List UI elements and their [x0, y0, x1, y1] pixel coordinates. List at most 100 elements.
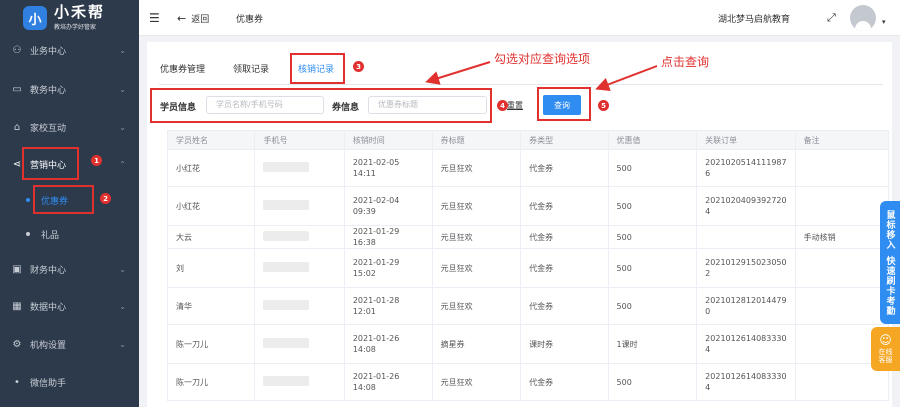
table-cell: 清华 [166, 287, 256, 325]
sidebar-item-academic[interactable]: ▭ 教务中心 ⌄ [0, 77, 139, 101]
sidebar-item-wechat[interactable]: • 微信助手 [0, 370, 139, 394]
table-cell: 陈一刀儿 [166, 363, 256, 401]
page-title: 优惠券 [236, 14, 264, 25]
phone-cell-redacted [254, 149, 345, 187]
headset-icon: ☺ [879, 333, 892, 347]
table-cell: 2021020514111987 6 [696, 149, 796, 187]
table-cell: 2021-01-26 14:08 [343, 324, 433, 364]
column-header: 关联订单 [696, 130, 796, 150]
avatar[interactable] [850, 0, 876, 36]
sidebar-item-finance[interactable]: ▣ 财务中心 ⌄ [0, 257, 139, 281]
sidebar: 小 小禾帮 教培办学好管家 ⚇ 业务中心 ⌄ ▭ 教务中心 ⌄ ⌂ 家校互动 ⌄… [0, 0, 139, 407]
chevron-down-icon: ⌄ [119, 45, 126, 55]
table-cell: 元旦狂欢 [431, 225, 522, 249]
chevron-down-icon: ⌄ [119, 339, 126, 349]
fullscreen-icon[interactable]: ⤢ [827, 0, 836, 36]
phone-cell-redacted [254, 186, 345, 226]
online-service-button[interactable]: ☺ 在线客服 [871, 327, 900, 371]
table-cell: 500 [607, 225, 698, 249]
column-header: 优惠值 [607, 130, 698, 150]
table-cell: 元旦狂欢 [431, 363, 522, 401]
redeem-records-table: 学员姓名 手机号 核销时间 券标题 券类型 优惠值 关联订单 备注 小红花 202… [166, 130, 890, 401]
sidebar-item-label: 财务中心 [30, 265, 67, 276]
column-header: 核销时间 [343, 130, 433, 150]
chevron-down-icon: ⌄ [119, 84, 126, 94]
chevron-up-icon: ⌃ [119, 159, 126, 169]
table-cell: 刘 [166, 248, 256, 288]
home-icon: ⌂ [13, 121, 21, 133]
table-cell [696, 225, 796, 249]
sidebar-item-business[interactable]: ⚇ 业务中心 ⌄ [0, 38, 139, 62]
arrow-icon [425, 61, 491, 85]
back-button[interactable]: ← 返回 [177, 0, 209, 36]
step-badge: 1 [91, 155, 102, 166]
table-cell: 元旦狂欢 [431, 248, 522, 288]
phone-cell-redacted [254, 248, 345, 288]
chevron-down-icon: ⌄ [119, 301, 126, 311]
column-header: 备注 [794, 130, 890, 150]
logo-subtitle: 教培办学好管家 [54, 24, 97, 31]
column-header: 券类型 [520, 130, 609, 150]
sidebar-subitem-gift[interactable]: 礼品 [0, 222, 139, 246]
highlight-box [33, 185, 94, 214]
logo-title: 小禾帮 [54, 3, 106, 21]
table-cell: 代金券 [520, 225, 609, 249]
table-cell: 2021-01-26 14:08 [343, 363, 433, 401]
table-cell [794, 287, 890, 325]
chart-icon: ▦ [12, 300, 22, 312]
org-name[interactable]: 湖北梦马启航教育 [718, 0, 790, 36]
table-cell: 500 [607, 287, 698, 325]
table-cell: 大云 [166, 225, 256, 249]
bullet-icon: • [14, 376, 20, 388]
sidebar-item-label: 微信助手 [30, 378, 67, 389]
table-cell: 2021012614083330 4 [696, 363, 796, 401]
table-cell: 2021-01-29 15:02 [343, 248, 433, 288]
table-cell: 2021-01-28 12:01 [343, 287, 433, 325]
table-cell: 代金券 [520, 287, 609, 325]
table-cell: 元旦狂欢 [431, 186, 522, 226]
table-cell: 1课时 [607, 324, 698, 364]
table-cell [794, 248, 890, 288]
step-badge: 2 [100, 193, 111, 204]
table-cell: 手动核销 [794, 225, 890, 249]
highlight-box [22, 147, 79, 180]
arrow-icon [595, 65, 658, 91]
sidebar-item-label: 礼品 [41, 230, 60, 241]
table-row: 清华 2021-01-28 12:01 元旦狂欢 代金券 500 202101281201… [166, 287, 890, 325]
table-cell: 2021-01-29 16:38 [343, 225, 433, 249]
coupon-panel: 优惠券管理 领取记录 核销记录 3 学员信息 学员名称/手机号码 券信息 优惠券… [147, 42, 892, 407]
table-cell: 2021012812014479 0 [696, 287, 796, 325]
sidebar-item-label: 家校互动 [30, 123, 67, 134]
table-row: 大云 2021-01-29 16:38 元旦狂欢 代金券 500 手动核销 [166, 225, 890, 249]
table-cell: 代金券 [520, 363, 609, 401]
table-cell: 陈一刀儿 [166, 324, 256, 364]
sidebar-item-settings[interactable]: ⚙ 机构设置 ⌄ [0, 332, 139, 356]
table-cell: 课时券 [520, 324, 609, 364]
sidebar-item-data[interactable]: ▦ 数据中心 ⌄ [0, 294, 139, 318]
caret-down-icon[interactable]: ▾ [882, 4, 886, 40]
logo[interactable]: 小 小禾帮 教培办学好管家 [0, 0, 139, 36]
settings-icon: ⚙ [12, 338, 22, 350]
phone-cell-redacted [254, 324, 345, 364]
table-cell: 500 [607, 363, 698, 401]
table-cell: 小红花 [166, 149, 256, 187]
sidebar-item-label: 业务中心 [30, 46, 67, 57]
book-icon: ▭ [12, 83, 22, 95]
float-label: 快速刷卡考勤 [884, 255, 895, 316]
service-label: 在线客服 [878, 348, 893, 364]
bullet-icon [26, 232, 30, 236]
phone-cell-redacted [254, 225, 345, 249]
table-cell: 代金券 [520, 186, 609, 226]
menu-toggle-icon[interactable]: ☰ [149, 0, 160, 36]
sidebar-item-home-school[interactable]: ⌂ 家校互动 ⌄ [0, 115, 139, 139]
table-row: 陈一刀儿 2021-01-26 14:08 元旦狂欢 代金券 500 2021012614… [166, 363, 890, 401]
top-bar: ☰ ← 返回 优惠券 湖北梦马启航教育 ⤢ ▾ [139, 0, 900, 36]
table-cell [794, 186, 890, 226]
table-cell: 2021012915023050 2 [696, 248, 796, 288]
table-cell: 元旦狂欢 [431, 149, 522, 187]
sidebar-item-label: 教务中心 [30, 85, 67, 96]
table-row: 陈一刀儿 2021-01-26 14:08 摘星券 课时券 1课时 20210126140… [166, 324, 890, 364]
sidebar-item-label: 数据中心 [30, 302, 67, 313]
quick-checkin-float[interactable]: 鼠标移入 快速刷卡考勤 [880, 201, 900, 324]
bullet-icon [26, 198, 30, 202]
